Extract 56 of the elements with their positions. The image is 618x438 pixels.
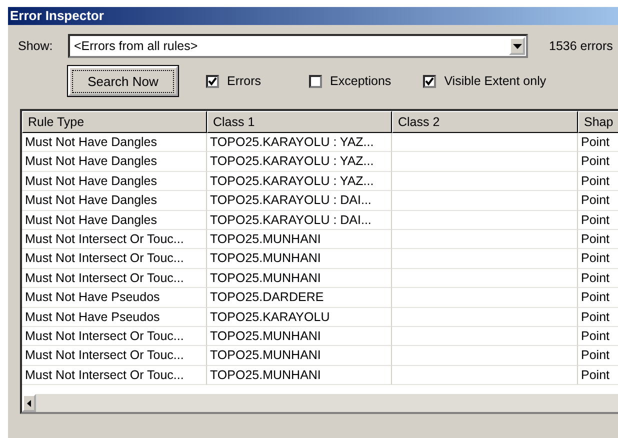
table-cell: TOPO25.KARAYOLU : YAZ... xyxy=(207,133,392,152)
table-cell: Point xyxy=(578,268,618,288)
table-cell: Must Not Have Pseudos xyxy=(22,288,207,308)
table-cell: Point xyxy=(578,152,618,172)
table-cell: Point xyxy=(578,249,618,269)
table-cell: Must Not Have Dangles xyxy=(22,172,207,192)
table-cell: TOPO25.MUNHANI xyxy=(207,366,392,386)
checkbox[interactable] xyxy=(423,74,436,88)
table-cell: TOPO25.MUNHANI xyxy=(207,230,392,250)
scroll-left-icon[interactable] xyxy=(22,394,36,412)
table-cell: Must Not Have Dangles xyxy=(22,210,207,230)
show-dropdown[interactable]: <Errors from all rules> xyxy=(68,34,528,58)
table-cell: Must Not Intersect Or Touc... xyxy=(22,346,207,366)
table-cell: Must Not Have Dangles xyxy=(22,133,207,152)
table-cell: Must Not Intersect Or Touc... xyxy=(22,230,207,250)
table-cell: TOPO25.DARDERE xyxy=(207,288,392,308)
table-cell: Point xyxy=(578,288,618,308)
column-header[interactable]: Class 2 xyxy=(392,111,578,133)
error-count: 1536 errors xyxy=(549,39,613,53)
column-header[interactable]: Shap xyxy=(578,111,618,133)
table-cell: TOPO25.KARAYOLU : DAI... xyxy=(207,210,392,230)
table-cell: Point xyxy=(578,326,618,346)
table-cell: Must Not Intersect Or Touc... xyxy=(22,326,207,346)
table-cell: Must Not Intersect Or Touc... xyxy=(22,268,207,288)
table-cell: Point xyxy=(578,308,618,327)
horizontal-scrollbar[interactable] xyxy=(22,394,618,412)
checkbox[interactable] xyxy=(309,74,322,88)
table-cell: TOPO25.MUNHANI xyxy=(207,346,392,366)
table-cell: TOPO25.KARAYOLU xyxy=(207,308,392,327)
table-cell: Point xyxy=(578,210,618,230)
table-cell: Must Not Have Dangles xyxy=(22,191,207,211)
table-cell: TOPO25.KARAYOLU : YAZ... xyxy=(207,172,392,192)
table-cell: TOPO25.KARAYOLU : DAI... xyxy=(207,191,392,211)
column-header[interactable]: Rule Type xyxy=(22,111,207,133)
column-header[interactable]: Class 1 xyxy=(207,111,392,133)
table-cell: Point xyxy=(578,346,618,366)
table-cell: Must Not Have Pseudos xyxy=(22,308,207,327)
table-cell: TOPO25.MUNHANI xyxy=(207,268,392,288)
option-checkbox[interactable]: Visible Extent only xyxy=(423,74,546,88)
table-cell: TOPO25.MUNHANI xyxy=(207,326,392,346)
window-title: Error Inspector xyxy=(10,8,104,23)
table-cell: Must Not Intersect Or Touc... xyxy=(22,249,207,269)
table-cell: Point xyxy=(578,191,618,211)
checkbox[interactable] xyxy=(206,74,219,88)
table-cell: Must Not Intersect Or Touc... xyxy=(22,366,207,386)
option-checkbox[interactable]: Exceptions xyxy=(309,74,392,88)
option-checkbox[interactable]: Errors xyxy=(206,74,262,88)
table-cell: Point xyxy=(578,230,618,250)
table-cell: Must Not Have Dangles xyxy=(22,152,207,172)
table-cell: Point xyxy=(578,366,618,386)
table-cell: Point xyxy=(578,133,618,152)
show-label: Show: xyxy=(18,39,54,53)
table-cell: Point xyxy=(578,172,618,192)
search-now-button[interactable]: Search Now xyxy=(68,66,178,96)
table-cell: TOPO25.MUNHANI xyxy=(207,249,392,269)
table-cell: TOPO25.KARAYOLU : YAZ... xyxy=(207,152,392,172)
